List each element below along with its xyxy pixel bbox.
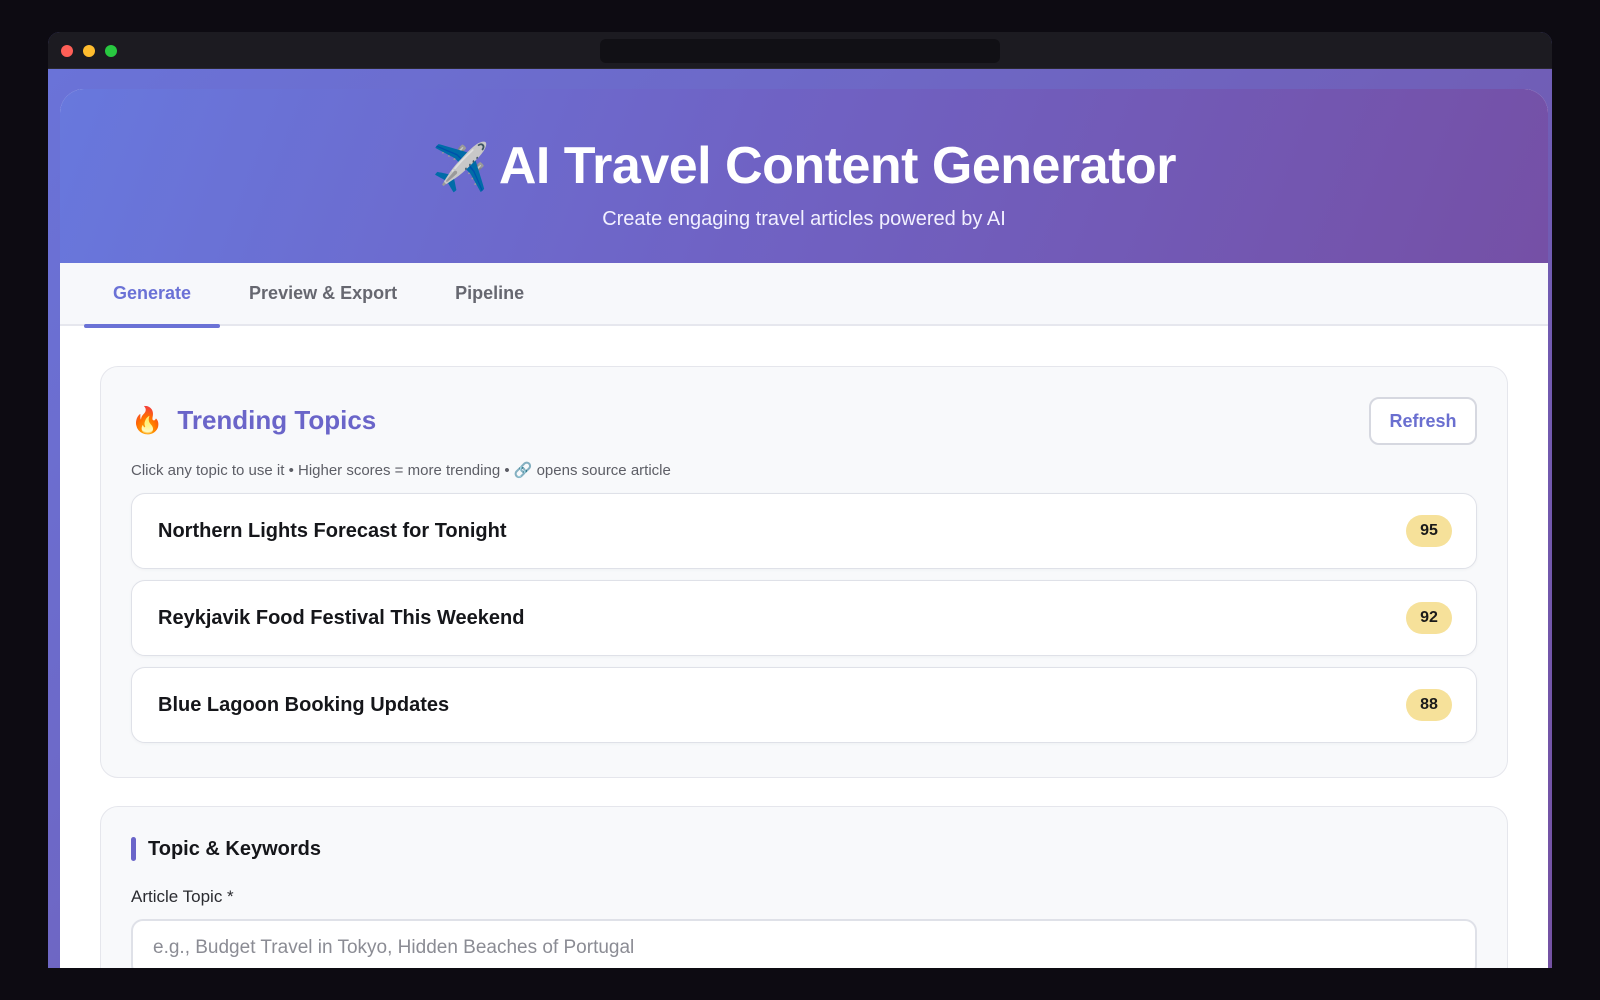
trending-title: Trending Topics [177,404,377,435]
topic-name: Reykjavik Food Festival This Weekend [158,606,525,629]
trend-score-badge: 92 [1406,602,1452,634]
minimize-window-icon[interactable] [83,45,95,57]
section-title: Topic & Keywords [148,837,321,860]
trending-topic-item[interactable]: Northern Lights Forecast for Tonight 95 [131,493,1477,569]
trending-topic-list: Northern Lights Forecast for Tonight 95 … [131,493,1477,743]
tab-generate[interactable]: Generate [84,263,221,328]
app-container: ✈️ AI Travel Content Generator Create eng… [60,89,1548,968]
trending-topics-panel: 🔥 Trending Topics Refresh Click any topi… [100,366,1508,778]
main-content: 🔥 Trending Topics Refresh Click any topi… [60,326,1548,968]
airplane-icon: ✈️ [432,141,489,193]
trending-header: 🔥 Trending Topics [131,397,1477,443]
section-header: Topic & Keywords [131,837,1477,861]
trend-score-badge: 95 [1406,515,1452,547]
trending-hint: Click any topic to use it • Higher score… [131,462,671,479]
page-title: ✈️ AI Travel Content Generator [60,89,1548,198]
close-window-icon[interactable] [61,45,73,57]
app-header: ✈️ AI Travel Content Generator Create eng… [60,89,1548,263]
trending-topic-item[interactable]: Reykjavik Food Festival This Weekend 92 [131,580,1477,656]
page-title-text: AI Travel Content Generator [498,137,1177,195]
section-accent-bar [131,837,136,861]
article-topic-label: Article Topic * [131,887,234,906]
window-titlebar [48,32,1552,69]
trend-score-badge: 88 [1406,689,1452,721]
topic-keywords-panel: Topic & Keywords Article Topic * [100,806,1508,968]
tab-pipeline[interactable]: Pipeline [426,263,553,326]
tab-preview-export[interactable]: Preview & Export [220,263,426,326]
topic-name: Blue Lagoon Booking Updates [158,693,450,716]
address-bar[interactable] [600,39,1000,63]
browser-window: ✈️ AI Travel Content Generator Create eng… [48,32,1552,968]
article-topic-input[interactable] [131,919,1477,968]
maximize-window-icon[interactable] [105,45,117,57]
trending-topic-item[interactable]: Blue Lagoon Booking Updates 88 [131,667,1477,743]
tab-bar: Generate Preview & Export Pipeline [60,263,1548,328]
topic-name: Northern Lights Forecast for Tonight [158,519,507,542]
page-viewport: ✈️ AI Travel Content Generator Create eng… [48,69,1552,968]
page-subtitle: Create engaging travel articles powered … [602,208,1006,230]
fire-icon: 🔥 [131,404,164,435]
refresh-button[interactable]: Refresh [1369,397,1477,445]
